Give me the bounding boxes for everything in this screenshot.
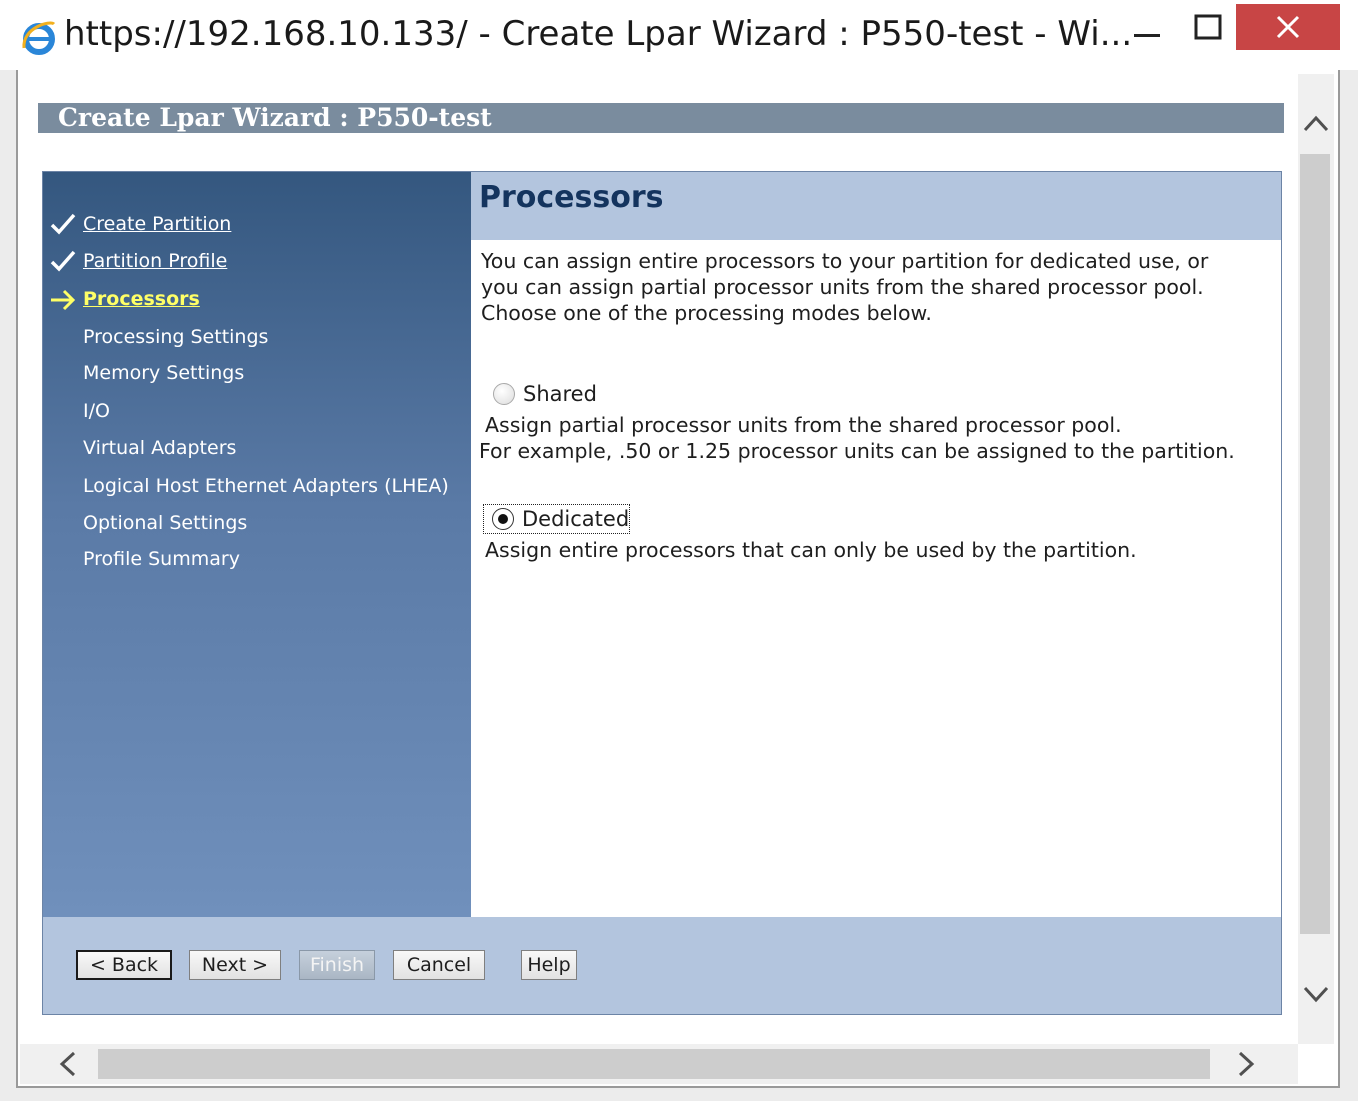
wizard-header: Create Lpar Wizard : P550-test: [38, 103, 1284, 133]
dedicated-description: Assign entire processors that can only b…: [485, 537, 1137, 563]
dedicated-radio[interactable]: [492, 508, 514, 530]
step-profile-summary: Profile Summary: [83, 548, 240, 570]
step-virtual-adapters: Virtual Adapters: [83, 437, 237, 459]
check-icon: [50, 213, 76, 235]
scroll-left-icon[interactable]: [56, 1050, 80, 1078]
horizontal-scrollbar[interactable]: [20, 1044, 1298, 1084]
shared-desc-line: For example, .50 or 1.25 processor units…: [479, 439, 1235, 463]
shared-description: Assign partial processor units from the …: [485, 412, 1122, 438]
cancel-button[interactable]: Cancel: [393, 950, 485, 980]
dedicated-option[interactable]: Dedicated: [483, 504, 631, 534]
panel-description: You can assign entire processors to your…: [481, 248, 1271, 326]
dedicated-label[interactable]: Dedicated: [522, 507, 629, 531]
browser-window: https://192.168.10.133/ - Create Lpar Wi…: [0, 0, 1358, 1101]
step-create-partition[interactable]: Create Partition: [83, 213, 231, 235]
close-button[interactable]: [1236, 4, 1340, 50]
step-memory-settings: Memory Settings: [83, 362, 245, 384]
vertical-scroll-thumb[interactable]: [1300, 154, 1330, 934]
minimize-icon: [1134, 34, 1160, 37]
wizard-step-nav: Create Partition Partition Profile Proce…: [43, 172, 471, 917]
horizontal-scroll-thumb[interactable]: [98, 1049, 1210, 1079]
check-icon: [50, 250, 76, 272]
scroll-down-icon[interactable]: [1302, 982, 1330, 1006]
description-line: You can assign entire processors to your…: [481, 249, 1209, 273]
wizard-footer: < Back Next > Finish Cancel Help: [43, 917, 1281, 1014]
panel-title: Processors: [479, 180, 664, 215]
page-content: Create Lpar Wizard : P550-test Create Pa…: [20, 74, 1298, 1044]
step-io: I/O: [83, 400, 110, 422]
shared-label[interactable]: Shared: [523, 382, 597, 406]
maximize-button[interactable]: [1180, 4, 1236, 50]
back-button[interactable]: < Back: [76, 950, 172, 980]
maximize-icon: [1194, 14, 1222, 40]
shared-radio[interactable]: [493, 383, 515, 405]
window-title: https://192.168.10.133/ - Create Lpar Wi…: [64, 14, 1133, 54]
shared-option[interactable]: Shared: [493, 382, 597, 406]
step-optional-settings: Optional Settings: [83, 512, 248, 534]
description-line: Choose one of the processing modes below…: [481, 301, 932, 325]
next-button[interactable]: Next >: [189, 950, 281, 980]
shared-description-example: For example, .50 or 1.25 processor units…: [479, 438, 1235, 464]
panel-title-bar: Processors: [471, 172, 1281, 240]
step-processing-settings: Processing Settings: [83, 326, 269, 348]
shared-desc-line: Assign partial processor units from the …: [485, 413, 1122, 437]
processors-panel: Processors You can assign entire process…: [471, 172, 1281, 917]
step-partition-profile[interactable]: Partition Profile: [83, 250, 227, 272]
minimize-button[interactable]: [1118, 4, 1176, 50]
dedicated-focus[interactable]: Dedicated: [483, 504, 631, 534]
help-button[interactable]: Help: [521, 950, 577, 980]
arrow-right-icon: [51, 289, 76, 311]
dedicated-desc-line: Assign entire processors that can only b…: [485, 538, 1137, 562]
scroll-right-icon[interactable]: [1234, 1050, 1258, 1078]
description-line: you can assign partial processor units f…: [481, 275, 1204, 299]
internet-explorer-icon: [22, 21, 56, 55]
step-processors[interactable]: Processors: [83, 288, 200, 310]
step-lhea: Logical Host Ethernet Adapters (LHEA): [83, 475, 449, 497]
title-bar[interactable]: https://192.168.10.133/ - Create Lpar Wi…: [0, 0, 1358, 70]
vertical-scrollbar[interactable]: [1298, 74, 1334, 1044]
scroll-up-icon[interactable]: [1302, 112, 1330, 136]
finish-button: Finish: [299, 950, 375, 980]
close-icon: [1276, 15, 1300, 39]
wizard-container: Create Partition Partition Profile Proce…: [42, 171, 1282, 1015]
